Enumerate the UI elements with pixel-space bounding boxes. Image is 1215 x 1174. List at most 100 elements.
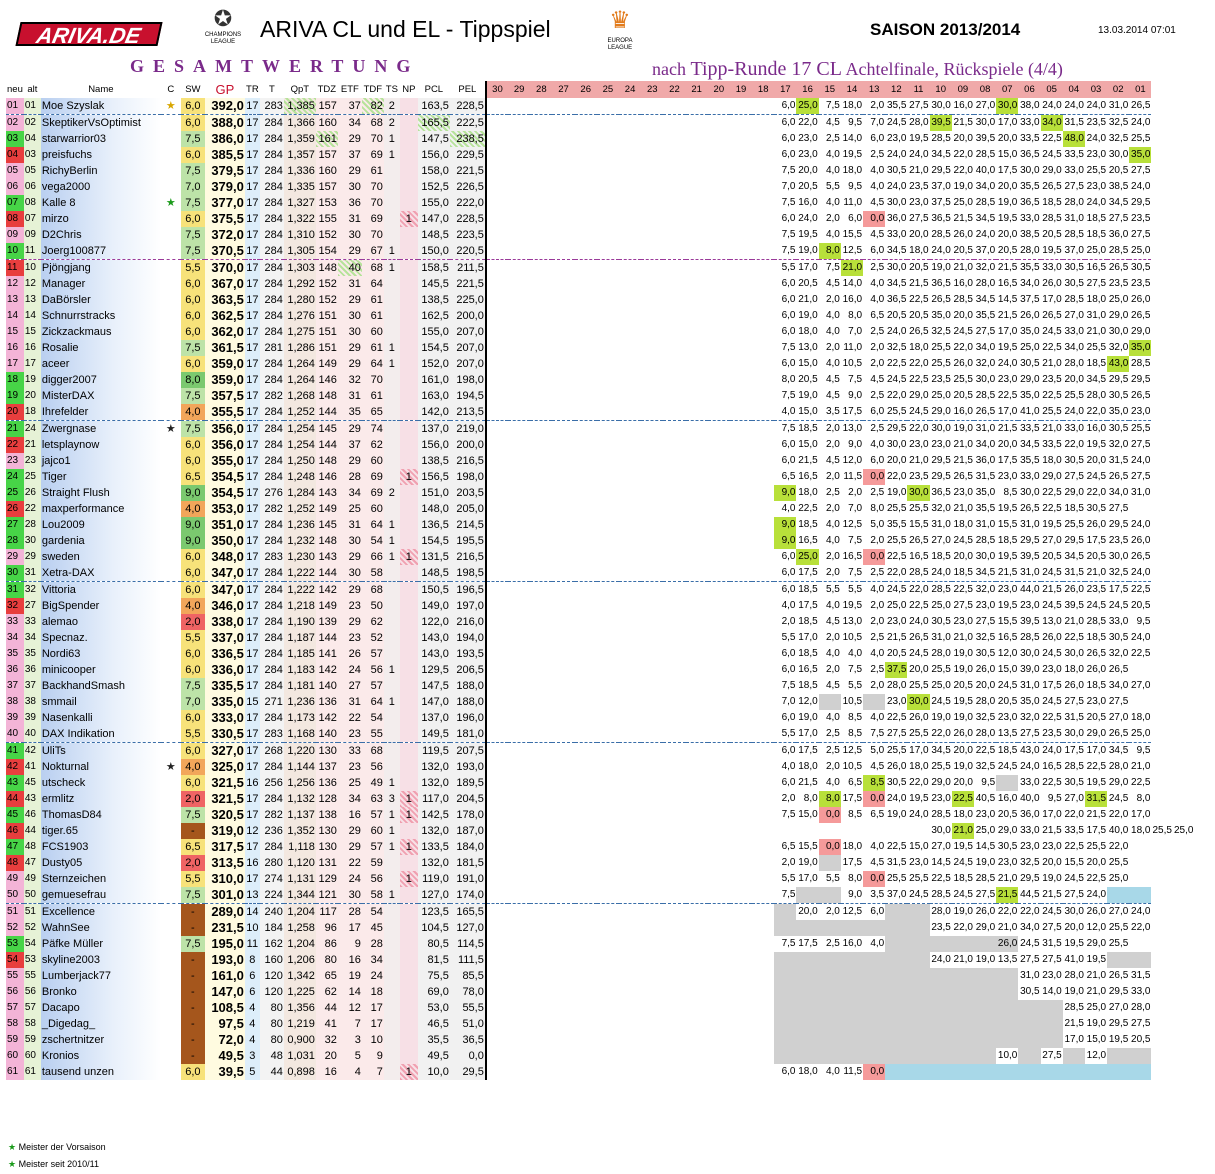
table-row[interactable]: 48 47 Dusty05 2,0 313,5 16 280 1,120 131 22 59 132,… [6, 855, 1194, 871]
table-row[interactable]: 15 15 Zickzackmaus 6,0 362,0 17 284 1,275 151 30 6… [6, 324, 1194, 340]
player-name[interactable]: SkeptikerVsOptimist [40, 114, 161, 131]
player-name[interactable]: Vittoria [40, 581, 161, 598]
table-row[interactable]: 12 12 Manager 6,0 367,0 17 284 1,292 152 31 64 145,… [6, 276, 1194, 292]
player-name[interactable]: Excellence [40, 903, 161, 920]
player-name[interactable]: ermlitz [40, 791, 161, 807]
table-row[interactable]: 56 56 Bronko -147,0 6 120 1,225 62 14 18 69,0 78,0 3… [6, 984, 1194, 1000]
player-name[interactable]: Nordi63 [40, 646, 161, 662]
table-row[interactable]: 06 06 vega2000 7,0 379,0 17 284 1,335 157 30 70 152… [6, 179, 1194, 195]
table-row[interactable]: 18 19 digger2007 8,0 359,0 17 284 1,264 146 32 70 1… [6, 372, 1194, 388]
table-row[interactable]: 25 26 Straight Flush 9,0 354,5 17 276 1,284 143 3… [6, 485, 1194, 501]
player-name[interactable]: Ihrefelder [40, 404, 161, 421]
table-row[interactable]: 41 42 UliTs 6,0 327,0 17 268 1,220 130 33 68 119,5 2… [6, 742, 1194, 759]
player-name[interactable]: Nokturnal [40, 759, 161, 775]
player-name[interactable]: vega2000 [40, 179, 161, 195]
table-row[interactable]: 35 35 Nordi63 6,0 336,5 17 284 1,185 141 26 57 143,… [6, 646, 1194, 662]
table-row[interactable]: 40 40 DAX Indikation 5,5 330,5 17 283 1,168 140 2… [6, 726, 1194, 743]
table-row[interactable]: 30 31 Xetra-DAX 6,0 347,0 17 284 1,222 144 30 58 14… [6, 565, 1194, 582]
table-row[interactable]: 09 09 D2Chris 7,5 372,0 17 284 1,310 152 30 70 148,… [6, 227, 1194, 243]
table-row[interactable]: 24 25 Tiger 6,5 354,5 17 284 1,248 146 28 69 1 156,5… [6, 469, 1194, 485]
table-row[interactable]: 53 54 Päfke Müller 7,5 195,0 11 162 1,204 86 9 28 8… [6, 936, 1194, 952]
table-row[interactable]: 51 51 Excellence -289,0 14 240 1,204 117 28 54 123… [6, 903, 1194, 920]
table-row[interactable]: 59 59 zschertnitzer -72,0 4 80 0,900 32 3 10 35,5 3… [6, 1032, 1194, 1048]
table-row[interactable]: 03 04 starwarrior03 7,5 386,0 17 284 1,359 161 29… [6, 131, 1194, 147]
table-row[interactable]: 13 13 DaBörsler 6,0 363,5 17 284 1,280 152 29 61 13… [6, 292, 1194, 308]
table-row[interactable]: 34 34 Specnaz. 5,5 337,0 17 284 1,187 144 23 52 143… [6, 630, 1194, 646]
player-name[interactable]: maxperformance [40, 501, 161, 517]
table-row[interactable]: 10 11 Joerg100877 7,5 370,5 17 284 1,305 154 29 67… [6, 243, 1194, 260]
table-row[interactable]: 14 14 Schnurrstracks 6,0 362,5 17 284 1,276 151 3… [6, 308, 1194, 324]
player-name[interactable]: utscheck [40, 775, 161, 791]
player-name[interactable]: Rosalie [40, 340, 161, 356]
table-row[interactable]: 57 57 Dacapo -108,5 4 80 1,356 44 12 17 53,0 55,5 28… [6, 1000, 1194, 1016]
table-row[interactable]: 44 43 ermlitz 2,0 321,5 17 284 1,132 128 34 63 3 1 11… [6, 791, 1194, 807]
player-name[interactable]: Päfke Müller [40, 936, 161, 952]
player-name[interactable]: Zickzackmaus [40, 324, 161, 340]
table-row[interactable]: 26 22 maxperformance 4,0 353,0 17 282 1,252 149 2… [6, 501, 1194, 517]
table-row[interactable]: 02 02 SkeptikerVsOptimist 6,0 388,0 17 284 1,36… [6, 114, 1194, 131]
table-row[interactable]: 28 30 gardenia 9,0 350,0 17 284 1,232 148 30 54 1 15… [6, 533, 1194, 549]
player-name[interactable]: Xetra-DAX [40, 565, 161, 582]
player-name[interactable]: smmail [40, 694, 161, 710]
table-row[interactable]: 43 45 utscheck 6,0 321,5 16 256 1,256 136 25 49 1 13… [6, 775, 1194, 791]
player-name[interactable]: Sternzeichen [40, 871, 161, 887]
player-name[interactable]: Lumberjack77 [40, 968, 161, 984]
player-name[interactable]: WahnSee [40, 920, 161, 936]
table-row[interactable]: 29 29 sweden 6,0 348,0 17 283 1,230 143 29 66 1 1 131… [6, 549, 1194, 565]
player-name[interactable]: zschertnitzer [40, 1032, 161, 1048]
table-row[interactable]: 07 08 Kalle 8 ★ 7,5 377,0 17 284 1,327 153 36 70 155… [6, 195, 1194, 211]
table-row[interactable]: 58 58 _Digedag_ -97,5 4 80 1,219 41 7 17 46,5 51,0 2… [6, 1016, 1194, 1032]
table-row[interactable]: 16 16 Rosalie 7,5 361,5 17 281 1,286 151 29 61 1 154… [6, 340, 1194, 356]
table-row[interactable]: 47 48 FCS1903 6,5 317,5 17 284 1,118 130 29 57 1 1 13… [6, 839, 1194, 855]
player-name[interactable]: DAX Indikation [40, 726, 161, 743]
player-name[interactable]: Joerg100877 [40, 243, 161, 260]
player-name[interactable]: gemuesefrau [40, 887, 161, 904]
table-row[interactable]: 11 10 Pjöngjang 5,5 370,0 17 284 1,303 148 40 68 1 1… [6, 259, 1194, 276]
player-name[interactable]: BigSpender [40, 598, 161, 614]
table-row[interactable]: 45 46 ThomasD84 7,5 320,5 17 282 1,137 138 16 57 1 1… [6, 807, 1194, 823]
player-name[interactable]: sweden [40, 549, 161, 565]
table-row[interactable]: 37 37 BackhandSmash 7,5 335,5 17 284 1,181 140 27… [6, 678, 1194, 694]
player-name[interactable]: Schnurrstracks [40, 308, 161, 324]
table-row[interactable]: 27 28 Lou2009 9,0 351,0 17 284 1,236 145 31 64 1 136… [6, 517, 1194, 533]
player-name[interactable]: Kalle 8 [40, 195, 161, 211]
player-name[interactable]: tausend unzen [40, 1064, 161, 1080]
player-name[interactable]: minicooper [40, 662, 161, 678]
player-name[interactable]: alemao [40, 614, 161, 630]
table-row[interactable]: 33 33 alemao 2,0 338,0 17 284 1,190 139 29 62 122,0… [6, 614, 1194, 630]
player-name[interactable]: Tiger [40, 469, 161, 485]
player-name[interactable]: Nasenkalli [40, 710, 161, 726]
player-name[interactable]: gardenia [40, 533, 161, 549]
table-row[interactable]: 20 18 Ihrefelder 4,0 355,5 17 284 1,252 144 35 65 1… [6, 404, 1194, 421]
player-name[interactable]: skyline2003 [40, 952, 161, 968]
table-row[interactable]: 50 50 gemuesefrau 7,5 301,0 13 224 1,344 121 30 58… [6, 887, 1194, 904]
table-row[interactable]: 55 55 Lumberjack77-161,0 6 120 1,342 65 19 24 75,… [6, 968, 1194, 984]
table-row[interactable]: 61 61 tausend unzen 6,0 39,5 5 44 0,898 16 4 7 1 10,… [6, 1064, 1194, 1080]
player-name[interactable]: UliTs [40, 742, 161, 759]
player-name[interactable]: preisfuchs [40, 147, 161, 163]
player-name[interactable]: Kronios [40, 1048, 161, 1064]
player-name[interactable]: _Digedag_ [40, 1016, 161, 1032]
table-row[interactable]: 42 41 Nokturnal ★ 4,0 325,0 17 284 1,144 137 23 56 1… [6, 759, 1194, 775]
table-row[interactable]: 08 07 mirzo 6,0 375,5 17 284 1,322 155 31 69 1 147,0… [6, 211, 1194, 227]
table-row[interactable]: 01 01 Moe Szyslak ★ 6,0 392,0 17 283 1,385 157 37 8… [6, 98, 1194, 115]
table-row[interactable]: 19 20 MisterDAX 7,5 357,5 17 282 1,268 148 31 61 16… [6, 388, 1194, 404]
table-row[interactable]: 32 27 BigSpender 4,0 346,0 17 284 1,218 149 23 50 1… [6, 598, 1194, 614]
player-name[interactable]: Pjöngjang [40, 259, 161, 276]
player-name[interactable]: jajco1 [40, 453, 161, 469]
player-name[interactable]: FCS1903 [40, 839, 161, 855]
table-row[interactable]: 38 38 smmail 7,0 335,0 15 271 1,236 136 31 64 1 147,… [6, 694, 1194, 710]
table-row[interactable]: 04 03 preisfuchs 6,0 385,5 17 284 1,357 157 37 69 1… [6, 147, 1194, 163]
player-name[interactable]: Specnaz. [40, 630, 161, 646]
table-row[interactable]: 36 36 minicooper 6,0 336,0 17 284 1,183 142 24 56 1… [6, 662, 1194, 678]
table-row[interactable]: 49 49 Sternzeichen 5,5 310,0 17 274 1,131 129 24 5… [6, 871, 1194, 887]
table-row[interactable]: 17 17 aceer 6,0 359,0 17 284 1,264 149 29 64 1 152,0… [6, 356, 1194, 372]
player-name[interactable]: tiger.65 [40, 823, 161, 839]
player-name[interactable]: Lou2009 [40, 517, 161, 533]
ariva-logo[interactable]: ARIVA.DE [15, 22, 163, 48]
player-name[interactable]: ThomasD84 [40, 807, 161, 823]
player-name[interactable]: DaBörsler [40, 292, 161, 308]
table-row[interactable]: 05 05 RichyBerlin 7,5 379,5 17 284 1,336 160 29 61… [6, 163, 1194, 179]
player-name[interactable]: mirzo [40, 211, 161, 227]
player-name[interactable]: Dacapo [40, 1000, 161, 1016]
